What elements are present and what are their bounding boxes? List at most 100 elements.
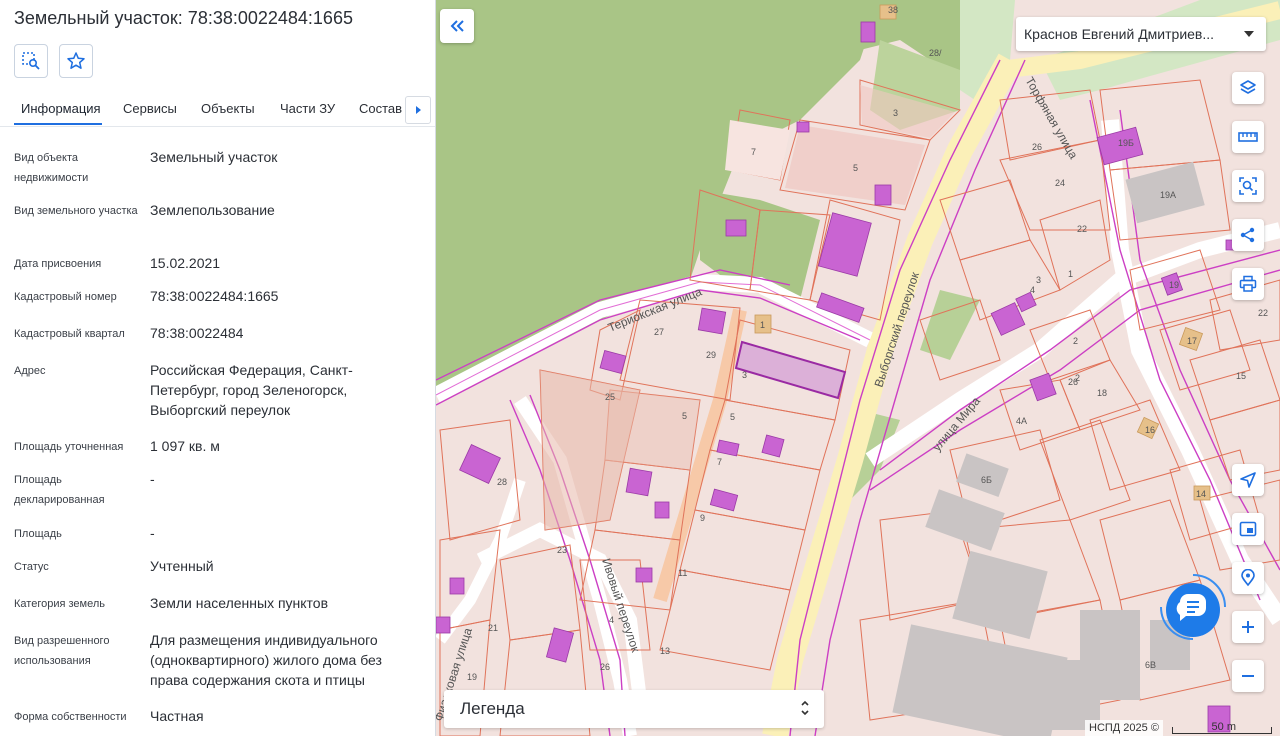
map-number: 15: [1236, 371, 1246, 381]
location-button[interactable]: [1232, 562, 1264, 594]
tab-composition[interactable]: Состав: [359, 101, 402, 116]
label-assign-date: Дата присвоения: [14, 258, 102, 270]
value-permitted-use: Для размещения индивидуального (одноквар…: [150, 632, 382, 688]
label-land-category: Категория земель: [14, 598, 105, 610]
navigate-icon: [1240, 472, 1256, 488]
select-area-button[interactable]: [14, 44, 48, 78]
layers-button[interactable]: [1232, 72, 1264, 104]
layers-icon: [1240, 80, 1256, 94]
search-area-icon: [1239, 177, 1257, 195]
share-icon: [1240, 227, 1255, 243]
zoom-in-icon: [1242, 621, 1254, 633]
map-number: 7: [751, 147, 756, 157]
cadastral-map[interactable]: 38 28/ 7 3 5 26 24 22 19Б 19А 1 27 1 29 …: [436, 0, 1280, 736]
map-canvas[interactable]: 38 28/ 7 3 5 26 24 22 19Б 19А 1 27 1 29 …: [436, 0, 1280, 736]
window-button[interactable]: [1232, 513, 1264, 545]
label-area: Площадь: [14, 528, 62, 540]
tabs-divider: [0, 126, 435, 127]
value-area-refined: 1 097 кв. м: [150, 438, 220, 454]
print-button[interactable]: [1232, 268, 1264, 300]
collapse-panel-button[interactable]: [440, 9, 474, 43]
value-area: -: [150, 525, 155, 541]
map-number: 19А: [1160, 190, 1176, 200]
ruler-icon: [1238, 132, 1258, 142]
map-attribution: НСПД 2025 ©: [1085, 720, 1163, 736]
map-number: 3: [742, 370, 747, 380]
map-number: 13: [660, 646, 670, 656]
label-area-declared: Площадь декларированная: [14, 474, 105, 506]
location-pin-icon: [1241, 569, 1255, 587]
value-ownership: Частная: [150, 708, 204, 724]
map-number: 14: [1196, 489, 1206, 499]
value-area-declared: -: [150, 471, 155, 487]
label-land-type: Вид земельного участка: [14, 205, 138, 217]
label-cadastral-quarter: Кадастровый квартал: [14, 328, 125, 340]
map-number: 18: [1097, 388, 1107, 398]
map-number: 3: [1036, 275, 1041, 285]
value-object-type: Земельный участок: [150, 149, 278, 165]
map-number: 26: [600, 662, 610, 672]
chevron-up-down-icon: [801, 700, 809, 716]
user-select[interactable]: Краснов Евгений Дмитриев...: [1016, 17, 1266, 51]
map-number: 29: [706, 350, 716, 360]
value-assign-date: 15.02.2021: [150, 255, 221, 271]
page-title: Земельный участок: 78:38:0022484:1665: [14, 8, 353, 28]
tab-services[interactable]: Сервисы: [123, 101, 177, 116]
tab-info[interactable]: Информация: [21, 101, 101, 116]
zoom-out-icon: [1242, 675, 1254, 677]
select-area-icon: [22, 52, 40, 70]
user-select-value: Краснов Евгений Дмитриев...: [1024, 26, 1215, 42]
label-cadastral-number: Кадастровый номер: [14, 291, 117, 303]
legend-label: Легенда: [460, 699, 525, 718]
value-cadastral-quarter: 78:38:0022484: [150, 325, 244, 341]
search-area-button[interactable]: [1232, 170, 1264, 202]
map-number: 4А: [1016, 416, 1027, 426]
map-number: 1: [760, 320, 765, 330]
map-number: 19: [467, 672, 477, 682]
tab-objects[interactable]: Объекты: [201, 101, 255, 116]
map-number: 4: [609, 615, 614, 625]
info-panel: Земельный участок: 78:38:0022484:1665 Ин…: [0, 0, 436, 736]
label-object-type: Вид объекта недвижимости: [14, 152, 89, 184]
chat-button[interactable]: [1158, 572, 1228, 642]
legend-select[interactable]: Легенда: [444, 690, 824, 728]
map-number: 5: [730, 412, 735, 422]
map-number: 16: [1145, 425, 1155, 435]
map-number: 7: [717, 457, 722, 467]
map-number: 9: [700, 513, 705, 523]
map-number: 5: [682, 411, 687, 421]
map-number: 28/: [929, 48, 942, 58]
share-button[interactable]: [1232, 219, 1264, 251]
chevron-right-icon: [416, 106, 421, 114]
label-address: Адрес: [14, 365, 46, 377]
chat-icon: [1160, 574, 1226, 640]
tabs-scroll-right-button[interactable]: [405, 96, 431, 124]
map-number: 26: [1032, 142, 1042, 152]
map-number: 21: [488, 623, 498, 633]
navigate-button[interactable]: [1232, 464, 1264, 496]
tab-parts[interactable]: Части ЗУ: [280, 101, 335, 116]
caret-down-icon: [1244, 31, 1254, 37]
map-number: 19Б: [1118, 138, 1134, 148]
map-number: 5: [853, 163, 858, 173]
label-permitted-use: Вид разрешенного использования: [14, 635, 110, 667]
map-number: 28: [497, 477, 507, 487]
zoom-in-button[interactable]: [1232, 611, 1264, 643]
ruler-button[interactable]: [1232, 121, 1264, 153]
value-status: Учтенный: [150, 558, 214, 574]
label-ownership: Форма собственности: [14, 711, 127, 723]
scale-label: 50 m: [1211, 721, 1236, 733]
favorite-button[interactable]: [59, 44, 93, 78]
map-number: 22: [1258, 308, 1268, 318]
map-number: 6Б: [981, 475, 992, 485]
map-number: 38: [888, 5, 898, 15]
map-number: 19: [1169, 280, 1179, 290]
active-tab-indicator: [14, 123, 102, 125]
value-cadastral-number: 78:38:0022484:1665: [150, 288, 279, 304]
zoom-out-button[interactable]: [1232, 660, 1264, 692]
map-number: 24: [1055, 178, 1065, 188]
window-icon: [1239, 521, 1257, 537]
map-number: 25: [605, 392, 615, 402]
value-land-type: Землепользование: [150, 202, 275, 218]
value-address: Российская Федерация, Санкт-Петербург, г…: [150, 362, 353, 418]
